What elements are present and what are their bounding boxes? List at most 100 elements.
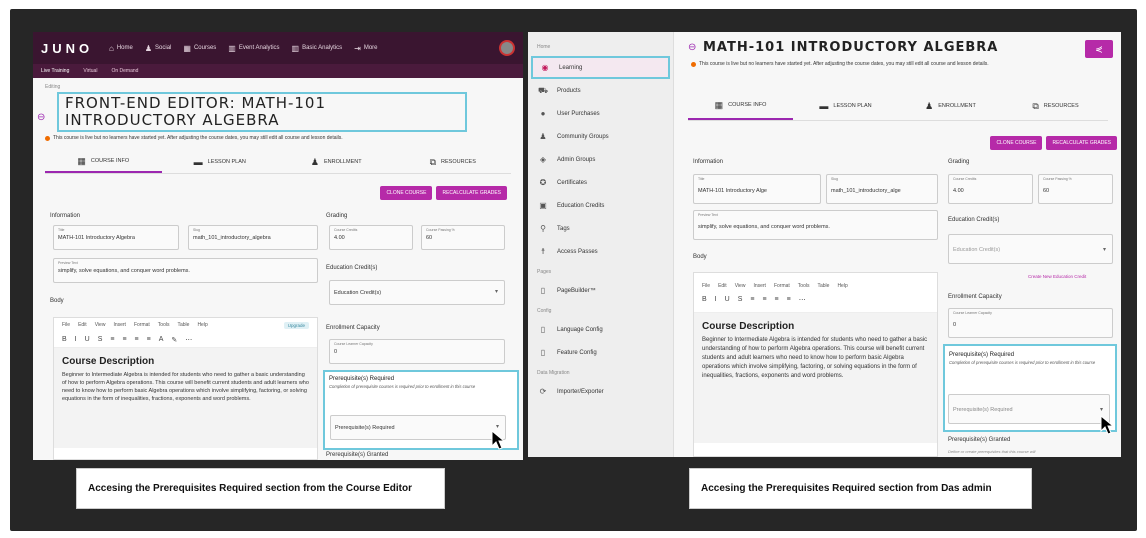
align-left-icon[interactable]: ≡ xyxy=(750,296,754,304)
sidebar-item-tags[interactable]: ⚲ Tags xyxy=(528,217,673,240)
align-center-icon[interactable]: ≡ xyxy=(762,296,766,304)
course-credits-field[interactable]: Course Credits 4.00 xyxy=(329,225,413,250)
upgrade-button[interactable]: Upgrade xyxy=(283,322,309,329)
course-passing-field[interactable]: Course Passing % 60 xyxy=(1038,174,1113,204)
menu-tools[interactable]: Tools xyxy=(798,283,810,289)
recalculate-grades-button[interactable]: RECALCULATE GRADES xyxy=(436,186,507,200)
subnav-on-demand[interactable]: On Demand xyxy=(111,68,138,74)
justify-icon[interactable]: ≡ xyxy=(787,296,791,304)
sidebar-item-learning[interactable]: ◉ Learning xyxy=(531,56,670,79)
menu-view[interactable]: View xyxy=(735,283,746,289)
sidebar-item-certificates[interactable]: ✪ Certificates xyxy=(528,171,673,194)
back-arrow-icon[interactable]: ⊖ xyxy=(688,42,696,53)
tab-resources[interactable]: ⧉ RESOURCES xyxy=(395,151,512,173)
nav-courses[interactable]: ▦ Courses xyxy=(183,44,216,53)
menu-format[interactable]: Format xyxy=(134,322,150,329)
menu-file[interactable]: File xyxy=(62,322,70,329)
tab-course-info[interactable]: ▦ COURSE INFO xyxy=(688,92,793,120)
strikethrough-icon[interactable]: S xyxy=(98,336,103,344)
slug-field[interactable]: Slug math_101_introductory_algebra xyxy=(188,225,318,250)
create-credit-link[interactable]: Create New Education Credit xyxy=(1028,274,1086,279)
share-icon[interactable]: ⋞ xyxy=(1085,40,1113,58)
menu-table[interactable]: Table xyxy=(817,283,829,289)
education-credits-select[interactable]: Education Credit(s) ▾ xyxy=(948,234,1113,264)
underline-icon[interactable]: U xyxy=(85,336,90,344)
editor-content[interactable]: Course Description Beginner to Intermedi… xyxy=(694,313,937,443)
tab-enrollment[interactable]: ♟ ENROLLMENT xyxy=(278,151,395,173)
rich-text-editor[interactable]: File Edit View Insert Format Tools Table… xyxy=(53,317,318,460)
sidebar-item-user-purchases[interactable]: ● User Purchases xyxy=(528,102,673,125)
nav-basic-analytics[interactable]: ▥ Basic Analytics xyxy=(292,44,343,53)
menu-file[interactable]: File xyxy=(702,283,710,289)
learner-capacity-field[interactable]: Course Learner Capacity 0 xyxy=(329,339,505,364)
editor-content[interactable]: Course Description Beginner to Intermedi… xyxy=(54,348,317,448)
prerequisites-select[interactable]: Prerequisite(s) Required ▾ xyxy=(330,415,506,440)
sidebar-item-access-passes[interactable]: ☨ Access Passes xyxy=(528,240,673,263)
education-credits-select[interactable]: Education Credit(s) ▾ xyxy=(329,280,505,305)
action-buttons: CLONE COURSE RECALCULATE GRADES xyxy=(990,136,1117,150)
sidebar-item-pagebuilder[interactable]: ▯ PageBuilder™ xyxy=(528,279,673,302)
course-description-text: Beginner to Intermediate Algebra is inte… xyxy=(62,372,309,402)
text-color-icon[interactable]: A xyxy=(159,336,164,344)
menu-tools[interactable]: Tools xyxy=(158,322,170,329)
tab-lesson-plan[interactable]: ▬ LESSON PLAN xyxy=(162,151,279,173)
menu-help[interactable]: Help xyxy=(197,322,207,329)
recalculate-grades-button[interactable]: RECALCULATE GRADES xyxy=(1046,136,1117,150)
menu-table[interactable]: Table xyxy=(177,322,189,329)
menu-insert[interactable]: Insert xyxy=(113,322,126,329)
strikethrough-icon[interactable]: S xyxy=(738,296,743,304)
tab-lesson-plan[interactable]: ▬ LESSON PLAN xyxy=(793,92,898,120)
menu-help[interactable]: Help xyxy=(837,283,847,289)
clone-course-button[interactable]: CLONE COURSE xyxy=(380,186,433,200)
clone-course-button[interactable]: CLONE COURSE xyxy=(990,136,1043,150)
slug-field[interactable]: Slug math_101_introductory_alge xyxy=(826,174,938,204)
sidebar-item-importer-exporter[interactable]: ⟳ Importer/Exporter xyxy=(528,380,673,403)
tab-resources[interactable]: ⧉ RESOURCES xyxy=(1003,92,1108,120)
menu-edit[interactable]: Edit xyxy=(78,322,87,329)
avatar[interactable] xyxy=(499,40,515,56)
italic-icon[interactable]: I xyxy=(75,336,77,344)
title-field[interactable]: Title MATH-101 Introductory Algebra xyxy=(53,225,179,250)
align-right-icon[interactable]: ≡ xyxy=(775,296,779,304)
more-tools-icon[interactable]: ⋯ xyxy=(185,336,192,344)
justify-icon[interactable]: ≡ xyxy=(147,336,151,344)
highlight-icon[interactable]: ✎ xyxy=(171,336,177,344)
nav-event-analytics[interactable]: ▥ Event Analytics xyxy=(228,44,279,53)
back-arrow-icon[interactable]: ⊖ xyxy=(37,112,45,123)
more-tools-icon[interactable]: ⋯ xyxy=(799,296,806,304)
tab-course-info[interactable]: ▦ COURSE INFO xyxy=(45,151,162,173)
menu-edit[interactable]: Edit xyxy=(718,283,727,289)
sidebar-item-language-config[interactable]: ▯ Language Config xyxy=(528,318,673,341)
sidebar-item-products[interactable]: ⛟ Products xyxy=(528,79,673,102)
bold-icon[interactable]: B xyxy=(62,336,67,344)
bold-icon[interactable]: B xyxy=(702,296,707,304)
course-passing-field[interactable]: Course Passing % 60 xyxy=(421,225,505,250)
italic-icon[interactable]: I xyxy=(715,296,717,304)
title-field[interactable]: Title MATH-101 Introductory Alge xyxy=(693,174,821,204)
preview-text-field[interactable]: Preview Text simplify, solve equations, … xyxy=(53,258,318,283)
sidebar-item-label: Access Passes xyxy=(557,248,598,255)
align-left-icon[interactable]: ≡ xyxy=(110,336,114,344)
subnav-virtual[interactable]: Virtual xyxy=(83,68,97,74)
sidebar-item-education-credits[interactable]: ▣ Education Credits xyxy=(528,194,673,217)
nav-home[interactable]: ⌂ Home xyxy=(109,44,133,53)
sidebar-item-feature-config[interactable]: ▯ Feature Config xyxy=(528,341,673,364)
nav-social[interactable]: ♟ Social xyxy=(145,44,172,53)
tab-enrollment[interactable]: ♟ ENROLLMENT xyxy=(898,92,1003,120)
nav-more[interactable]: ⇥ More xyxy=(354,44,377,53)
chevron-down-icon: ▾ xyxy=(1099,407,1103,413)
course-credits-field[interactable]: Course Credits 4.00 xyxy=(948,174,1033,204)
learner-capacity-field[interactable]: Course Learner Capacity 0 xyxy=(948,308,1113,338)
sidebar-item-community-groups[interactable]: ♟ Community Groups xyxy=(528,125,673,148)
preview-text-field[interactable]: Preview Text simplify, solve equations, … xyxy=(693,210,938,240)
prerequisites-select[interactable]: Prerequisite(s) Required ▾ xyxy=(948,394,1110,424)
menu-format[interactable]: Format xyxy=(774,283,790,289)
align-right-icon[interactable]: ≡ xyxy=(135,336,139,344)
menu-insert[interactable]: Insert xyxy=(753,283,766,289)
underline-icon[interactable]: U xyxy=(725,296,730,304)
align-center-icon[interactable]: ≡ xyxy=(122,336,126,344)
rich-text-editor[interactable]: File Edit View Insert Format Tools Table… xyxy=(693,272,938,457)
sidebar-item-admin-groups[interactable]: ◈ Admin Groups xyxy=(528,148,673,171)
subnav-live-training[interactable]: Live Training xyxy=(41,68,69,74)
menu-view[interactable]: View xyxy=(95,322,106,329)
